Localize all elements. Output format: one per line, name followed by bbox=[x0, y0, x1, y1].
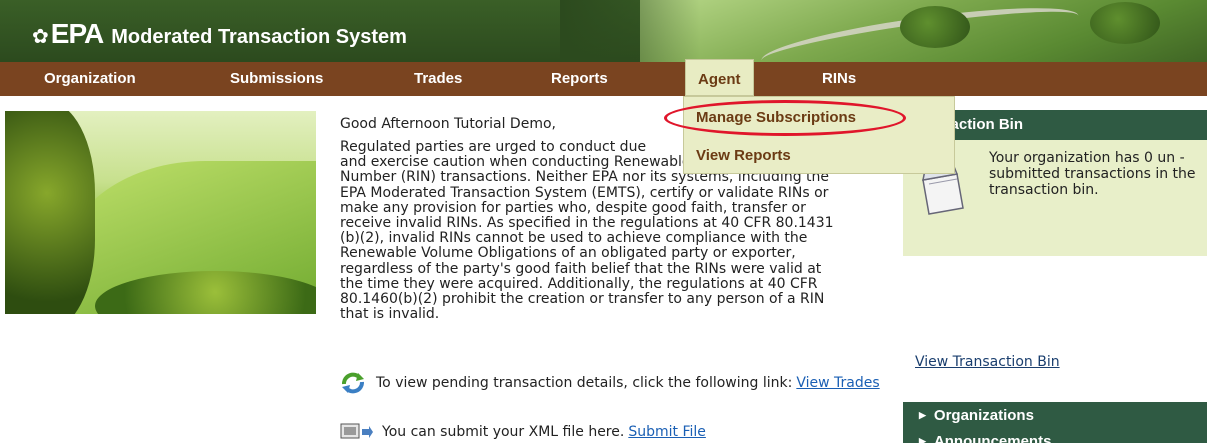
header-tree bbox=[1090, 2, 1160, 44]
disclaimer-line: the time they were acquired. Additionall… bbox=[340, 275, 818, 292]
header-fade bbox=[560, 0, 700, 62]
main-nav: Organization Submissions Trades Reports … bbox=[0, 59, 1207, 96]
disclaimer-line: make any provision for parties who, desp… bbox=[340, 199, 806, 216]
disclaimer-line: regardless of the party's good faith bel… bbox=[340, 260, 822, 277]
disclaimer-line: (b)(2), invalid RINs cannot be used to a… bbox=[340, 230, 808, 247]
nav-reports[interactable]: Reports bbox=[551, 62, 608, 96]
view-transaction-bin-link[interactable]: View Transaction Bin bbox=[915, 354, 1060, 370]
pending-trades-row: To view pending transaction details, cli… bbox=[340, 372, 880, 394]
logo-text: EPA bbox=[50, 18, 104, 49]
transaction-bin-message: Your organization has 0 un -submitted tr… bbox=[989, 150, 1196, 198]
view-trades-link[interactable]: View Trades bbox=[796, 375, 879, 391]
nav-submissions[interactable]: Submissions bbox=[230, 62, 323, 96]
refresh-icon bbox=[340, 372, 366, 394]
highlight-annotation bbox=[664, 100, 906, 136]
submit-file-link[interactable]: Submit File bbox=[628, 424, 706, 440]
epa-logo[interactable]: ✿ EPA Moderated Transaction System bbox=[32, 18, 407, 50]
header-tree bbox=[900, 6, 970, 48]
section-label: Organizations bbox=[933, 407, 1034, 424]
submit-file-icon bbox=[340, 423, 374, 441]
disclaimer-line: receive invalid RINs. As specified in th… bbox=[340, 215, 834, 232]
nav-organization[interactable]: Organization bbox=[44, 62, 136, 96]
nav-agent[interactable]: Agent bbox=[685, 59, 754, 96]
section-organizations[interactable]: ▶ Organizations bbox=[903, 402, 1207, 428]
disclaimer-line: Renewable Volume Obligations of an oblig… bbox=[340, 245, 796, 262]
disclaimer-line: that is invalid. bbox=[340, 306, 440, 323]
nav-rins[interactable]: RINs bbox=[822, 62, 856, 96]
triangle-right-icon: ▶ bbox=[919, 436, 926, 443]
submit-text: You can submit your XML file here. bbox=[382, 424, 625, 440]
system-name: Moderated Transaction System bbox=[111, 26, 407, 48]
disclaimer-line: 80.1460(b)(2) prohibit the creation or t… bbox=[340, 291, 825, 308]
nav-trades[interactable]: Trades bbox=[414, 62, 462, 96]
epa-flower-icon: ✿ bbox=[32, 24, 49, 48]
submit-file-row: You can submit your XML file here. Submi… bbox=[340, 423, 706, 441]
triangle-right-icon: ▶ bbox=[919, 410, 926, 420]
pending-text: To view pending transaction details, cli… bbox=[376, 375, 793, 391]
greeting-text: Good Afternoon Tutorial Demo, bbox=[340, 116, 556, 132]
section-label: Announcements bbox=[933, 433, 1052, 443]
section-announcements[interactable]: ▶ Announcements bbox=[903, 428, 1207, 443]
site-header: ✿ EPA Moderated Transaction System bbox=[0, 0, 1207, 62]
landscape-image bbox=[5, 111, 316, 314]
disclaimer-line: EPA Moderated Transaction System (EMTS),… bbox=[340, 184, 829, 201]
menu-item-view-reports[interactable]: View Reports bbox=[696, 147, 791, 164]
